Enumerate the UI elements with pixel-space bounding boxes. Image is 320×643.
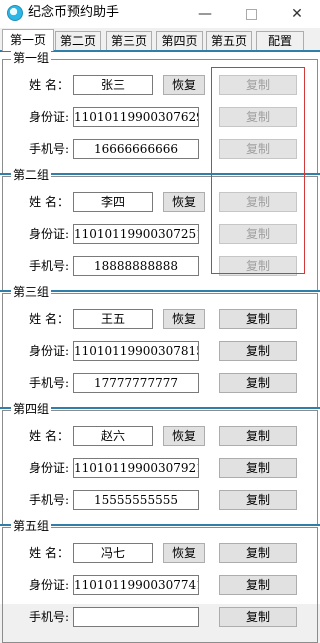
id-field[interactable]: 110101199003076295	[73, 107, 199, 127]
copy-name-button[interactable]: 复制	[219, 309, 297, 329]
maximize-icon	[245, 8, 257, 20]
copy-name-button[interactable]: 复制	[219, 426, 297, 446]
id-field[interactable]: 110101199003079219	[73, 458, 199, 478]
group-title: 第三组	[11, 285, 52, 299]
id-field[interactable]: 110101199003078152	[73, 341, 199, 361]
copy-phone-button[interactable]: 复制	[219, 607, 297, 627]
restore-button[interactable]: 恢复	[163, 426, 205, 446]
id-label: 身份证:	[28, 578, 69, 592]
name-label: 姓 名：	[29, 78, 69, 92]
close-button[interactable]: ✕	[274, 0, 320, 28]
group-box: 第四组 姓 名： 赵六 恢复 复制 身份证: 11010119900307921…	[2, 402, 318, 526]
id-field[interactable]: 110101199003072519	[73, 224, 199, 244]
group-title: 第四组	[11, 402, 52, 416]
name-label: 姓 名：	[29, 312, 69, 326]
name-field[interactable]: 李四	[73, 192, 153, 212]
tab-bar: 第一页 第二页 第三页 第四页 第五页 配置	[0, 29, 320, 51]
copy-name-button[interactable]: 复制	[219, 543, 297, 563]
group-box: 第三组 姓 名： 王五 恢复 复制 身份证: 11010119900307815…	[2, 285, 318, 409]
name-field[interactable]: 冯七	[73, 543, 153, 563]
group-box: 第五组 姓 名： 冯七 恢复 复制 身份证: 11010119900307741…	[2, 519, 318, 643]
id-label: 身份证:	[28, 227, 69, 241]
phone-field[interactable]: 16666666666	[73, 139, 199, 159]
highlight-box	[211, 67, 305, 274]
copy-id-button[interactable]: 复制	[219, 575, 297, 595]
tab-page-5[interactable]: 第五页	[206, 31, 252, 50]
name-label: 姓 名：	[29, 429, 69, 443]
restore-button[interactable]: 恢复	[163, 192, 205, 212]
copy-id-button[interactable]: 复制	[219, 341, 297, 361]
group-title: 第五组	[11, 519, 52, 533]
phone-field[interactable]	[73, 607, 199, 627]
close-icon: ✕	[291, 6, 303, 22]
copy-phone-button[interactable]: 复制	[219, 373, 297, 393]
name-label: 姓 名：	[29, 195, 69, 209]
title-bar: 纪念币预约助手 — ✕	[0, 0, 320, 28]
phone-field[interactable]: 15555555555	[73, 490, 199, 510]
restore-button[interactable]: 恢复	[163, 309, 205, 329]
name-field[interactable]: 王五	[73, 309, 153, 329]
app-logo-icon	[7, 5, 23, 21]
phone-label: 手机号:	[28, 610, 69, 624]
copy-phone-button[interactable]: 复制	[219, 490, 297, 510]
id-field[interactable]: 110101199003077416	[73, 575, 199, 595]
name-field[interactable]: 赵六	[73, 426, 153, 446]
id-label: 身份证:	[28, 461, 69, 475]
name-label: 姓 名：	[29, 546, 69, 560]
tab-page-2[interactable]: 第二页	[55, 31, 101, 50]
phone-label: 手机号:	[28, 493, 69, 507]
tab-page-1[interactable]: 第一页	[2, 29, 54, 51]
minimize-icon: —	[198, 6, 212, 22]
maximize-button[interactable]	[228, 0, 274, 28]
phone-label: 手机号:	[28, 376, 69, 390]
id-label: 身份证:	[28, 344, 69, 358]
window-title: 纪念币预约助手	[28, 5, 120, 20]
phone-field[interactable]: 18888888888	[73, 256, 199, 276]
restore-button[interactable]: 恢复	[163, 75, 205, 95]
minimize-button[interactable]: —	[182, 0, 228, 28]
tab-config[interactable]: 配置	[256, 31, 304, 50]
tab-page-3[interactable]: 第三页	[106, 31, 152, 50]
phone-field[interactable]: 17777777777	[73, 373, 199, 393]
copy-id-button[interactable]: 复制	[219, 458, 297, 478]
name-field[interactable]: 张三	[73, 75, 153, 95]
group-title: 第一组	[11, 51, 52, 65]
tab-page-4[interactable]: 第四页	[156, 31, 203, 50]
id-label: 身份证:	[28, 110, 69, 124]
phone-label: 手机号:	[28, 142, 69, 156]
group-title: 第二组	[11, 168, 52, 182]
phone-label: 手机号:	[28, 259, 69, 273]
restore-button[interactable]: 恢复	[163, 543, 205, 563]
